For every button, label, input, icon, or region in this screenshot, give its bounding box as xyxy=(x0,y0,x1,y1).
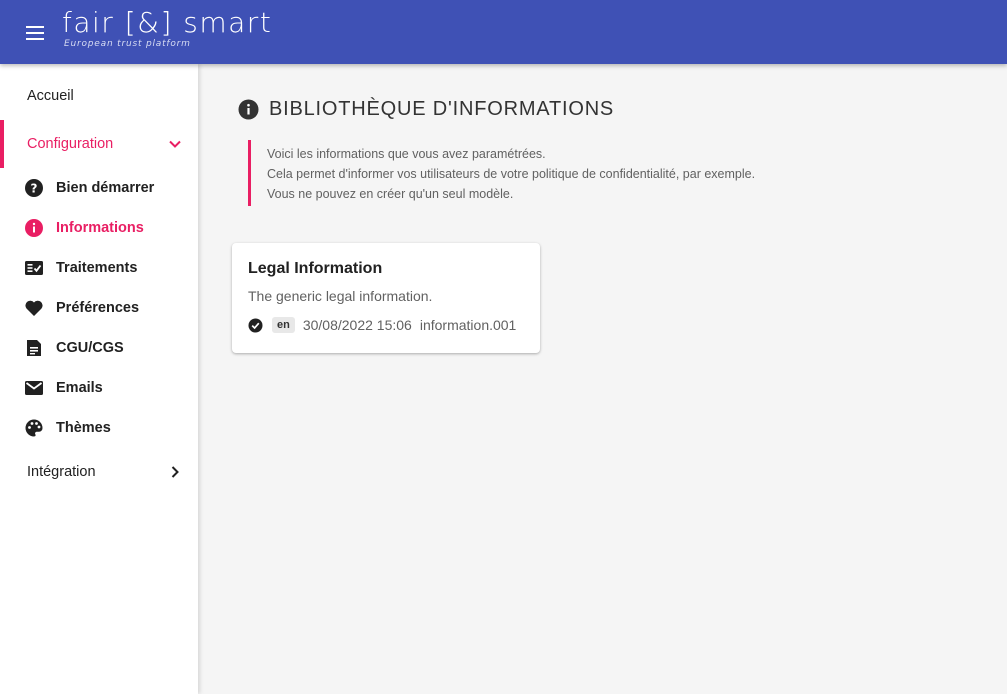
sidebar-item-cgu-cgs[interactable]: CGU/CGS xyxy=(0,328,198,368)
chevron-right-icon xyxy=(171,466,179,478)
nav-configuration[interactable]: Configuration xyxy=(0,120,198,168)
sidebar-item-label: Traitements xyxy=(56,260,138,276)
note-line: Vous ne pouvez en créer qu'un seul modèl… xyxy=(267,187,514,201)
chevron-down-icon xyxy=(169,140,181,148)
nav-integration-label: Intégration xyxy=(27,464,96,480)
nav-configuration-label: Configuration xyxy=(27,136,114,152)
sidebar-item-themes[interactable]: Thèmes xyxy=(0,408,198,448)
sidebar-item-emails[interactable]: Emails xyxy=(0,368,198,408)
logo-tagline: European trust platform xyxy=(64,39,191,49)
app-header: fair [&] smart European trust platform xyxy=(0,0,1007,64)
info-note: Voici les informations que vous avez par… xyxy=(248,140,755,206)
page-header: BIBLIOTHÈQUE D'INFORMATIONS xyxy=(238,98,614,121)
card-title: Legal Information xyxy=(248,260,383,277)
mail-icon xyxy=(24,378,44,398)
main-content: BIBLIOTHÈQUE D'INFORMATIONS Voici les in… xyxy=(198,64,1007,694)
sidebar: Accueil Configuration ? Bien démarrer In… xyxy=(0,64,198,694)
card-description: The generic legal information. xyxy=(248,288,433,304)
sidebar-item-traitements[interactable]: Traitements xyxy=(0,248,198,288)
menu-icon[interactable] xyxy=(23,23,47,43)
note-line: Voici les informations que vous avez par… xyxy=(267,147,546,161)
card-identifier: information.001 xyxy=(419,317,517,333)
language-badge: en xyxy=(272,317,295,333)
card-date: 30/08/2022 15:06 xyxy=(302,317,412,333)
app-logo[interactable]: fair [&] smart European trust platform xyxy=(62,6,272,49)
note-line: Cela permet d'informer vos utilisateurs … xyxy=(267,167,756,181)
nav-integration[interactable]: Intégration xyxy=(0,450,198,494)
sidebar-item-label: Préférences xyxy=(56,300,140,316)
nav-home[interactable]: Accueil xyxy=(0,74,198,118)
document-icon xyxy=(24,338,44,358)
sidebar-item-preferences[interactable]: Préférences xyxy=(0,288,198,328)
information-card[interactable]: Legal Information The generic legal info… xyxy=(232,243,540,353)
sidebar-item-informations[interactable]: Informations xyxy=(0,208,198,248)
heart-icon xyxy=(24,298,44,318)
nav-home-label: Accueil xyxy=(27,88,74,104)
sidebar-item-label: Bien démarrer xyxy=(56,180,155,196)
info-circle-icon xyxy=(238,99,259,120)
svg-text:?: ? xyxy=(31,182,38,196)
sidebar-item-label: Informations xyxy=(56,220,144,236)
sidebar-item-label: CGU/CGS xyxy=(56,340,124,356)
card-meta: en 30/08/2022 15:06 information.001 xyxy=(248,317,524,333)
checklist-icon xyxy=(24,258,44,278)
check-circle-icon xyxy=(248,318,263,332)
palette-icon xyxy=(24,418,44,438)
page-title: BIBLIOTHÈQUE D'INFORMATIONS xyxy=(269,98,615,120)
logo-text: fair [&] smart xyxy=(62,6,273,39)
sidebar-item-label: Emails xyxy=(56,380,103,396)
sidebar-item-label: Thèmes xyxy=(56,420,111,436)
info-circle-icon xyxy=(24,218,44,238)
help-circle-icon: ? xyxy=(24,178,44,198)
sidebar-item-bien-demarrer[interactable]: ? Bien démarrer xyxy=(0,168,198,208)
